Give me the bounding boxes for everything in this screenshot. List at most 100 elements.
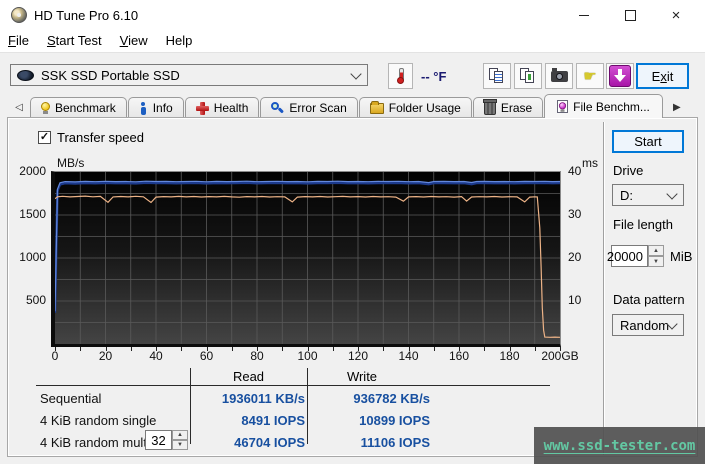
tab-scroll-right-button[interactable]: ▶ (668, 97, 686, 117)
axis-tick-label: 20 (98, 349, 113, 363)
tab-label: Error Scan (289, 101, 347, 115)
axis-tick-label: 160 (448, 349, 470, 363)
device-selector[interactable]: SSK SSD Portable SSD (10, 64, 368, 86)
hand-button[interactable]: ☛ (576, 63, 604, 89)
data-pattern-label: Data pattern (613, 292, 685, 307)
tab-info[interactable]: Info (127, 97, 184, 118)
info-icon (139, 101, 148, 115)
title-bar: HD Tune Pro 6.10 × (0, 0, 705, 30)
start-button-label: Start (634, 134, 662, 149)
menu-file[interactable]: File (0, 30, 38, 52)
tab-bar: ◁ Benchmark Info Health Error Scan Folde… (0, 94, 705, 118)
row-label-sequential: Sequential (40, 391, 102, 406)
exit-button[interactable]: Exit (636, 63, 689, 89)
axis-tick-label: 40 (149, 349, 163, 363)
axis-tick-mark (156, 347, 157, 351)
tab-label: Benchmark (55, 101, 116, 115)
axis-tick-mark (560, 347, 561, 351)
screenshot-button[interactable] (545, 63, 573, 89)
axis-tick-label: 2000 (19, 164, 46, 178)
folder-icon (369, 100, 384, 114)
close-icon: × (671, 6, 681, 24)
axis-tick-mark (55, 347, 56, 351)
copy-icon (489, 68, 505, 84)
data-pattern-value: Random (620, 317, 670, 333)
axis-tick-mark (80, 347, 82, 351)
random-single-write-value: 10899 IOPS (359, 413, 430, 428)
menu-view[interactable]: View (111, 30, 157, 52)
device-selector-value: SSK SSD Portable SSD (41, 67, 180, 83)
row-label-random-multi: 4 KiB random multi (40, 435, 150, 450)
magnifier-icon (271, 101, 284, 115)
tab-folder-usage[interactable]: Folder Usage (358, 97, 472, 118)
close-button[interactable]: × (653, 0, 699, 30)
copy-image-icon (520, 68, 536, 84)
watermark: www.ssd-tester.com (534, 427, 705, 464)
drive-label: Drive (613, 163, 644, 178)
tab-health[interactable]: Health (184, 97, 260, 118)
start-button[interactable]: Start (612, 130, 684, 153)
hd-tune-window: HD Tune Pro 6.10 × File Start Test View … (0, 0, 705, 464)
axis-tick-mark (206, 347, 208, 351)
table-header-rule (36, 385, 550, 386)
temperature-button[interactable] (388, 63, 413, 89)
copy-text-button[interactable] (483, 63, 511, 89)
exit-button-label: Exit (651, 68, 674, 84)
save-button[interactable] (606, 63, 634, 89)
spin-down-button[interactable]: ▼ (648, 256, 664, 267)
tab-label: Info (152, 101, 173, 115)
tab-label: Health (213, 101, 249, 115)
bulb-icon (41, 102, 50, 114)
tab-label: Erase (500, 101, 533, 115)
transfer-speed-checkbox[interactable]: ✓ (38, 131, 51, 144)
axis-tick-label: 10 (568, 293, 582, 307)
chevron-left-icon: ◁ (15, 101, 23, 113)
drive-select[interactable]: D: (612, 184, 684, 206)
tab-error-scan[interactable]: Error Scan (260, 97, 358, 118)
menu-help[interactable]: Help (157, 30, 202, 52)
axis-tick-mark (383, 347, 385, 351)
file-length-input[interactable]: 20000 (607, 245, 648, 267)
tab-erase[interactable]: Erase (472, 97, 544, 118)
queue-depth-spinner: ▲ ▼ (172, 430, 188, 450)
menu-start-test[interactable]: Start Test (38, 30, 111, 52)
axis-tick-mark (231, 347, 233, 351)
table-divider (307, 368, 308, 444)
panel-divider (603, 122, 605, 455)
axis-tick-label: 180 (499, 349, 520, 363)
spin-down-button[interactable]: ▼ (172, 440, 188, 450)
chevron-right-icon: ▶ (673, 101, 681, 113)
axis-tick-mark (181, 347, 183, 351)
axis-tick-mark (534, 347, 536, 351)
file-length-label: File length (613, 217, 673, 232)
file-length-value: 20000 (606, 248, 643, 264)
axis-tick-mark (130, 347, 132, 351)
spin-up-button[interactable]: ▲ (648, 245, 664, 256)
axis-tick-mark (433, 347, 435, 351)
drive-select-value: D: (620, 187, 633, 203)
tab-scroll-left-button[interactable]: ◁ (10, 97, 28, 117)
axis-tick-label: 40 (568, 164, 582, 178)
axis-tick-label: 120 (347, 349, 369, 363)
axis-tick-mark (257, 347, 258, 351)
axis-tick-label: 140 (398, 349, 419, 363)
copy-image-button[interactable] (514, 63, 542, 89)
axis-tick-label: 1500 (19, 207, 46, 221)
chart-svg (55, 172, 560, 344)
tab-file-benchmark[interactable]: File Benchm... (544, 94, 663, 118)
camera-icon (550, 67, 568, 82)
transfer-speed-option: ✓ Transfer speed (38, 130, 144, 145)
column-header-read: Read (232, 369, 265, 384)
axis-tick-mark (484, 347, 486, 351)
tab-benchmark[interactable]: Benchmark (30, 97, 127, 118)
random-single-read-value: 8491 IOPS (241, 413, 305, 428)
maximize-button[interactable] (607, 0, 653, 30)
spin-up-button[interactable]: ▲ (172, 430, 188, 440)
sequential-read-value: 1936011 KB/s (221, 391, 305, 406)
axis-tick-label: 80 (250, 349, 264, 363)
minimize-button[interactable] (561, 0, 607, 30)
queue-depth-input[interactable]: 32 (145, 430, 172, 450)
random-multi-read-value: 46704 IOPS (234, 435, 305, 450)
queue-depth-value: 32 (151, 432, 166, 448)
data-pattern-select[interactable]: Random (612, 314, 684, 336)
